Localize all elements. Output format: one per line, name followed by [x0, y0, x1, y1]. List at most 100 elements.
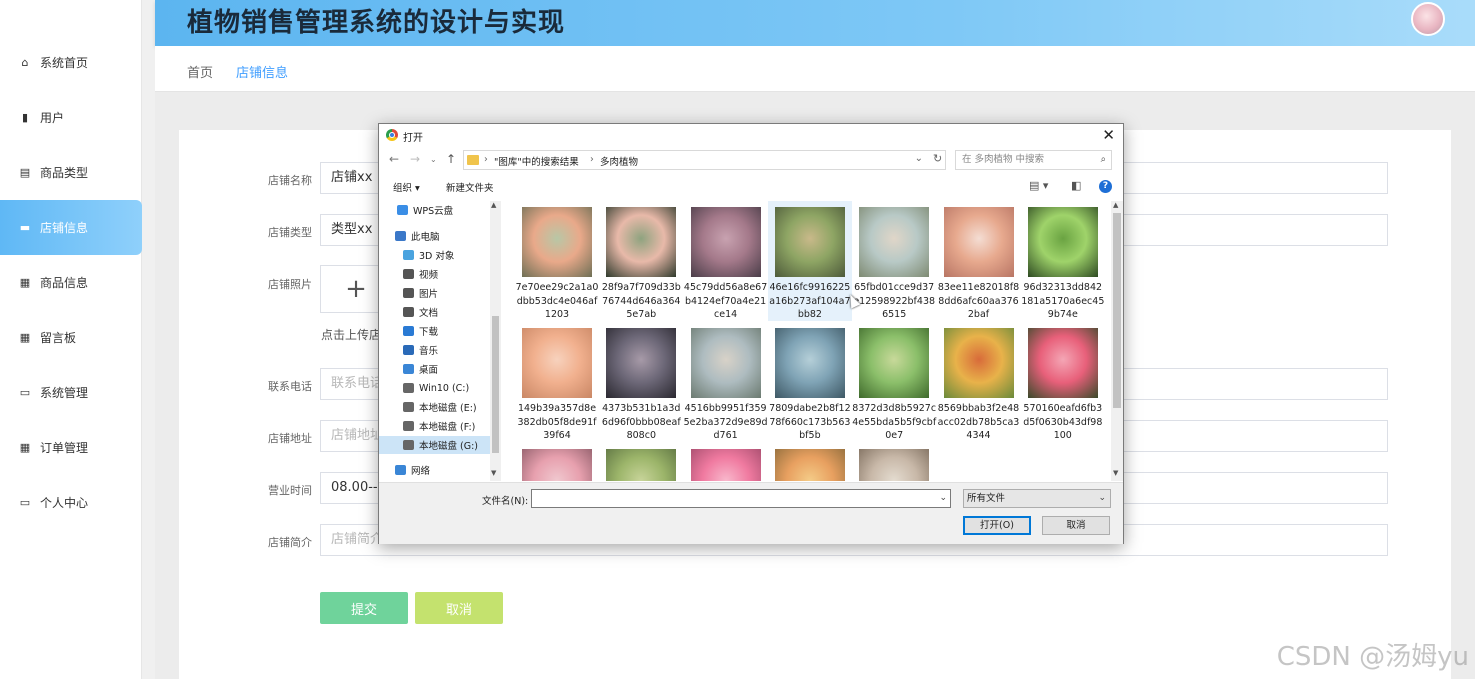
tree-item[interactable]: 网络	[379, 461, 491, 479]
tree-item-label: 桌面	[419, 365, 439, 376]
filename-label: 文件名(N):	[482, 496, 529, 507]
address-bar[interactable]: › "图库"中的搜索结果 › 多肉植物 ⌄	[463, 150, 946, 170]
file-tile[interactable]: 28f9a7f709d33b76744d646a3645e7ab	[599, 201, 683, 321]
tree-item[interactable]: 音乐	[379, 341, 491, 359]
file-tile[interactable]: 149b39a357d8e382db05f8de91f39f64	[515, 322, 599, 442]
preview-pane-icon[interactable]: ◧	[1071, 179, 1081, 192]
id-card-icon: ▭	[19, 496, 31, 509]
tree-item[interactable]: 本地磁盘 (F:)	[379, 417, 491, 435]
tree-item[interactable]: Win10 (C:)	[379, 379, 491, 397]
file-tile[interactable]	[684, 443, 768, 481]
sidebar-item[interactable]: ▦ 订单管理	[0, 420, 142, 475]
organize-menu[interactable]: 组织 ▾	[393, 180, 420, 194]
back-arrow-icon[interactable]: ←	[389, 152, 399, 166]
cancel-button[interactable]: 取消	[415, 592, 503, 624]
file-tile[interactable]: 8569bbab3f2e48acc02db78b5ca34344	[937, 322, 1021, 442]
file-tile[interactable]	[852, 443, 936, 481]
help-icon[interactable]: ?	[1099, 180, 1112, 193]
hours-label: 营业时间	[268, 484, 312, 497]
bar-chart-icon: ▮	[21, 111, 29, 124]
folder-icon	[467, 155, 479, 165]
sidebar-item-label: 商品类型	[40, 166, 89, 180]
tree-item-label: 音乐	[419, 346, 439, 357]
file-name: 45c79dd56a8e67b4124ef70a4e21ce14	[683, 282, 768, 320]
chevron-down-icon[interactable]: ⌄	[915, 153, 923, 164]
file-tile[interactable]: 46e16fc9916225a16b273af104a7bb82	[767, 201, 852, 321]
sidebar-item[interactable]: ▭ 系统管理	[0, 365, 142, 420]
file-tile[interactable]: 4516bb9951f3595e2ba372d9e89dd761	[684, 322, 768, 442]
tree-scroll-thumb[interactable]	[492, 316, 499, 453]
search-input[interactable]: 在 多肉植物 中搜索 ⌕	[955, 150, 1112, 170]
tree-item[interactable]: 本地磁盘 (G:)	[379, 436, 491, 454]
avatar[interactable]	[1411, 2, 1445, 36]
view-options-icon[interactable]: ▤ ▾	[1029, 179, 1048, 192]
tree-item[interactable]: 视频	[379, 265, 491, 283]
file-tile[interactable]: 7809dabe2b8f1278f660c173b563bf5b	[768, 322, 852, 442]
path-segment-folder[interactable]: 多肉植物	[600, 154, 638, 168]
succulent-thumbnail-image	[522, 207, 592, 277]
tree-item[interactable]: 下载	[379, 322, 491, 340]
submit-button[interactable]: 提交	[320, 592, 408, 624]
tree-item[interactable]: 本地磁盘 (E:)	[379, 398, 491, 416]
files-scrollbar[interactable]: ▲ ▼	[1111, 201, 1123, 481]
cloud-icon	[397, 205, 408, 215]
tree-item[interactable]: WPS云盘	[379, 201, 491, 219]
breadcrumb-home[interactable]: 首页	[187, 62, 213, 81]
grid-icon: ▦	[19, 331, 31, 344]
sidebar-item-label: 商品信息	[40, 276, 89, 290]
clipboard-icon: ▤	[19, 166, 31, 179]
new-folder-button[interactable]: 新建文件夹	[446, 180, 494, 194]
sidebar-item[interactable]: ▮ 用户	[0, 90, 142, 145]
tree-item[interactable]: 图片	[379, 284, 491, 302]
file-name: 4373b531b1a3d6d96f0bbb08eaf808c0	[601, 403, 681, 441]
file-tile[interactable]	[515, 443, 599, 481]
breadcrumb-current[interactable]: 店铺信息	[236, 62, 288, 81]
file-tile[interactable]: 96d32313dd842181a5170a6ec459b74e	[1021, 201, 1105, 321]
scroll-up-icon[interactable]: ▲	[491, 201, 496, 209]
recent-dropdown-icon[interactable]: ⌄	[430, 155, 437, 164]
home-icon: ⌂	[21, 56, 29, 69]
close-icon[interactable]: ✕	[1102, 126, 1115, 144]
file-tile[interactable]	[768, 443, 852, 481]
file-tile[interactable]: 65fbd01cce9d37e12598922bf4386515	[852, 201, 936, 321]
sidebar-item[interactable]: ▦ 留言板	[0, 310, 142, 365]
sidebar-item[interactable]: ⌂ 系统首页	[0, 35, 142, 90]
succulent-thumbnail-image	[943, 328, 1014, 398]
tree-item[interactable]: 3D 对象	[379, 246, 491, 264]
tree-item-label: 文档	[419, 308, 439, 319]
filetype-select[interactable]: 所有文件 ⌄	[963, 489, 1111, 508]
tree-item[interactable]: 文档	[379, 303, 491, 321]
file-tile[interactable]: 7e70ee29c2a1a0dbb53dc4e046af1203	[515, 201, 599, 321]
file-tile[interactable]: 4373b531b1a3d6d96f0bbb08eaf808c0	[599, 322, 683, 442]
files-scroll-thumb[interactable]	[1113, 213, 1121, 408]
path-segment-search[interactable]: "图库"中的搜索结果	[494, 154, 579, 168]
dialog-nav-row: ← → ⌄ ↑ › "图库"中的搜索结果 › 多肉植物 ⌄ ↻ 在 多肉植物 中…	[379, 149, 1123, 171]
sidebar-item[interactable]: ▬ 店铺信息	[0, 200, 142, 255]
tree-scrollbar[interactable]: ▲ ▼	[490, 201, 501, 481]
sidebar-item[interactable]: ▤ 商品类型	[0, 145, 142, 200]
file-name: 46e16fc9916225a16b273af104a7bb82	[769, 282, 851, 320]
file-tile[interactable]	[599, 443, 683, 481]
scroll-down-icon[interactable]: ▼	[491, 469, 496, 477]
dialog-cancel-button[interactable]: 取消	[1042, 516, 1110, 535]
file-tile[interactable]: 8372d3d8b5927c4e55bda5b5f9cbf0e7	[852, 322, 936, 442]
file-tile[interactable]: 83ee11e82018f88dd6afc60aa3762baf	[937, 201, 1021, 321]
tree-item[interactable]: 此电脑	[379, 227, 491, 245]
filename-input[interactable]: ⌄	[531, 489, 951, 508]
folder-tree: WPS云盘此电脑 3D 对象 视频 图片文档下载音乐桌面 Win10 (C:) 本地磁盘 …	[379, 201, 501, 481]
sidebar-item[interactable]: ▭ 个人中心	[0, 475, 142, 530]
tree-item-label: Win10 (C:)	[419, 382, 470, 394]
sidebar-item-label: 个人中心	[40, 496, 89, 510]
scroll-up-icon[interactable]: ▲	[1113, 201, 1118, 209]
sidebar-item[interactable]: ▦ 商品信息	[0, 255, 142, 310]
file-tile[interactable]: 45c79dd56a8e67b4124ef70a4e21ce14	[684, 201, 768, 321]
file-tile[interactable]: 570160eafd6fb3d5f0630b43df98100	[1021, 322, 1105, 442]
scroll-down-icon[interactable]: ▼	[1113, 469, 1118, 477]
up-arrow-icon[interactable]: ↑	[446, 152, 456, 166]
tree-item[interactable]: 桌面	[379, 360, 491, 378]
succulent-thumbnail-image	[606, 328, 677, 398]
chevron-down-icon[interactable]: ⌄	[939, 493, 947, 503]
open-button[interactable]: 打开(O)	[963, 516, 1031, 535]
refresh-icon[interactable]: ↻	[933, 152, 942, 165]
forward-arrow-icon[interactable]: →	[410, 152, 420, 166]
